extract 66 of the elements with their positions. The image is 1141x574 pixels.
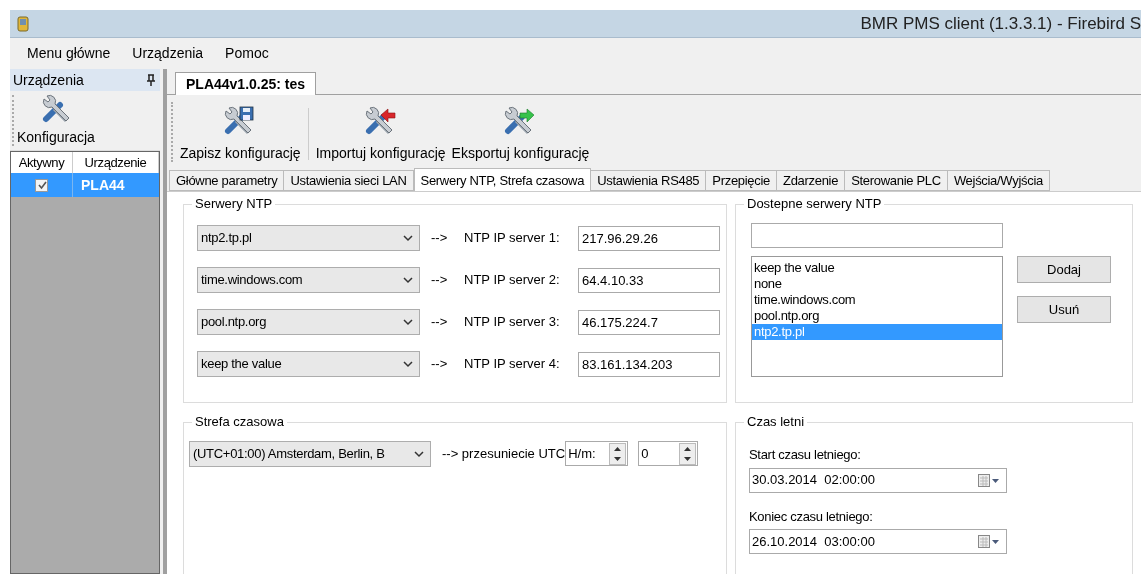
pin-icon <box>145 73 157 87</box>
check-icon <box>36 180 47 190</box>
date-picker[interactable]: 30.03.2014 02:00:00 <box>749 467 1007 493</box>
calendar-icon <box>978 534 1000 549</box>
tab[interactable]: Przepięcie <box>705 170 777 191</box>
chevron-down-icon <box>403 276 413 284</box>
action-button[interactable]: Usuń <box>1017 296 1111 323</box>
field-label: NTP IP server 1: <box>464 229 561 248</box>
arrow-text: --> <box>431 229 449 248</box>
arrow-text: --> <box>431 313 449 332</box>
menu-item[interactable]: Pomoc <box>225 43 269 64</box>
list-item[interactable]: pool.ntp.org <box>752 308 1002 324</box>
tab[interactable]: Ustawienia RS485 <box>590 170 707 191</box>
checkbox[interactable] <box>35 178 48 192</box>
field-label: Start czasu letniego: <box>749 446 862 464</box>
arrow-text: --> <box>431 355 449 374</box>
table-cell-text: PLA44 <box>81 175 125 195</box>
chevron-down-icon <box>403 360 413 368</box>
chevron-down-icon <box>403 234 413 242</box>
tab[interactable]: Zdarzenie <box>776 170 846 191</box>
dropdown[interactable]: (UTC+01:00) Amsterdam, Berlin, B <box>189 440 431 467</box>
list-item[interactable]: keep the value <box>752 260 1002 276</box>
tab[interactable]: Ustawienia sieci LAN <box>283 170 414 191</box>
menu-item[interactable]: Urządzenia <box>132 43 204 64</box>
list-item[interactable]: none <box>752 276 1002 292</box>
menu-item[interactable]: Menu główne <box>27 43 111 64</box>
chevron-down-icon <box>414 449 424 458</box>
save-button[interactable]: Zapisz konfigurację <box>177 105 304 164</box>
date-picker[interactable]: 26.10.2014 03:00:00 <box>749 529 1007 554</box>
window-title: BMR PMS client (1.3.3.1) - Firebird S <box>860 12 1141 35</box>
panel-title: Urządzenia <box>13 70 84 90</box>
tab[interactable]: Sterowanie PLC <box>844 170 948 191</box>
ip-field[interactable]: 64.4.10.33 <box>578 267 720 293</box>
calendar-icon <box>978 472 1000 488</box>
configuration-button[interactable]: Konfiguracja <box>14 91 98 150</box>
tab[interactable]: Serwery NTP, Strefa czasowa <box>413 168 592 191</box>
tab[interactable]: Wejścia/Wyjścia <box>946 170 1050 191</box>
dropdown[interactable]: time.windows.com <box>197 267 420 293</box>
dropdown[interactable]: ntp2.tp.pl <box>197 225 420 251</box>
export-button[interactable]: Eksportuj konfigurację <box>448 105 593 164</box>
field-label: NTP IP server 4: <box>464 355 561 374</box>
list-item[interactable]: time.windows.com <box>752 292 1002 308</box>
dropdown[interactable]: keep the value <box>197 351 420 377</box>
spin-arrows-icon <box>679 442 697 465</box>
app-icon <box>16 15 30 32</box>
offset-label: --> przesuniecie UTC <box>442 444 566 463</box>
document-tab[interactable]: PLA44v1.0.25: tes <box>175 72 317 95</box>
action-button[interactable]: Dodaj <box>1017 256 1111 283</box>
ip-field[interactable]: 46.175.224.7 <box>578 309 720 335</box>
spinner-field[interactable]: 0 <box>638 441 699 466</box>
spin-arrows-icon <box>609 442 627 465</box>
tab[interactable]: Główne parametry <box>169 170 285 191</box>
ip-field[interactable]: 83.161.134.203 <box>578 351 720 377</box>
arrow-text: --> <box>431 271 449 290</box>
field-label: Koniec czasu letniego: <box>749 507 874 526</box>
field-label: NTP IP server 3: <box>464 313 561 332</box>
dropdown[interactable]: pool.ntp.org <box>197 309 420 335</box>
ip-field[interactable]: 217.96.29.26 <box>578 225 720 251</box>
chevron-down-icon <box>403 318 413 326</box>
field-label: NTP IP server 2: <box>464 271 561 290</box>
group-title: Serwery NTP <box>192 196 276 212</box>
import-button[interactable]: Importuj konfigurację <box>312 105 449 164</box>
text-field[interactable] <box>751 223 1003 248</box>
group-title: Dostepne serwery NTP <box>744 196 885 212</box>
list-box[interactable]: keep the value none time.windows.com pool.ntp.org ntp2.tp.pl <box>751 256 1003 377</box>
spinner-field[interactable]: H/m: <box>565 441 629 466</box>
